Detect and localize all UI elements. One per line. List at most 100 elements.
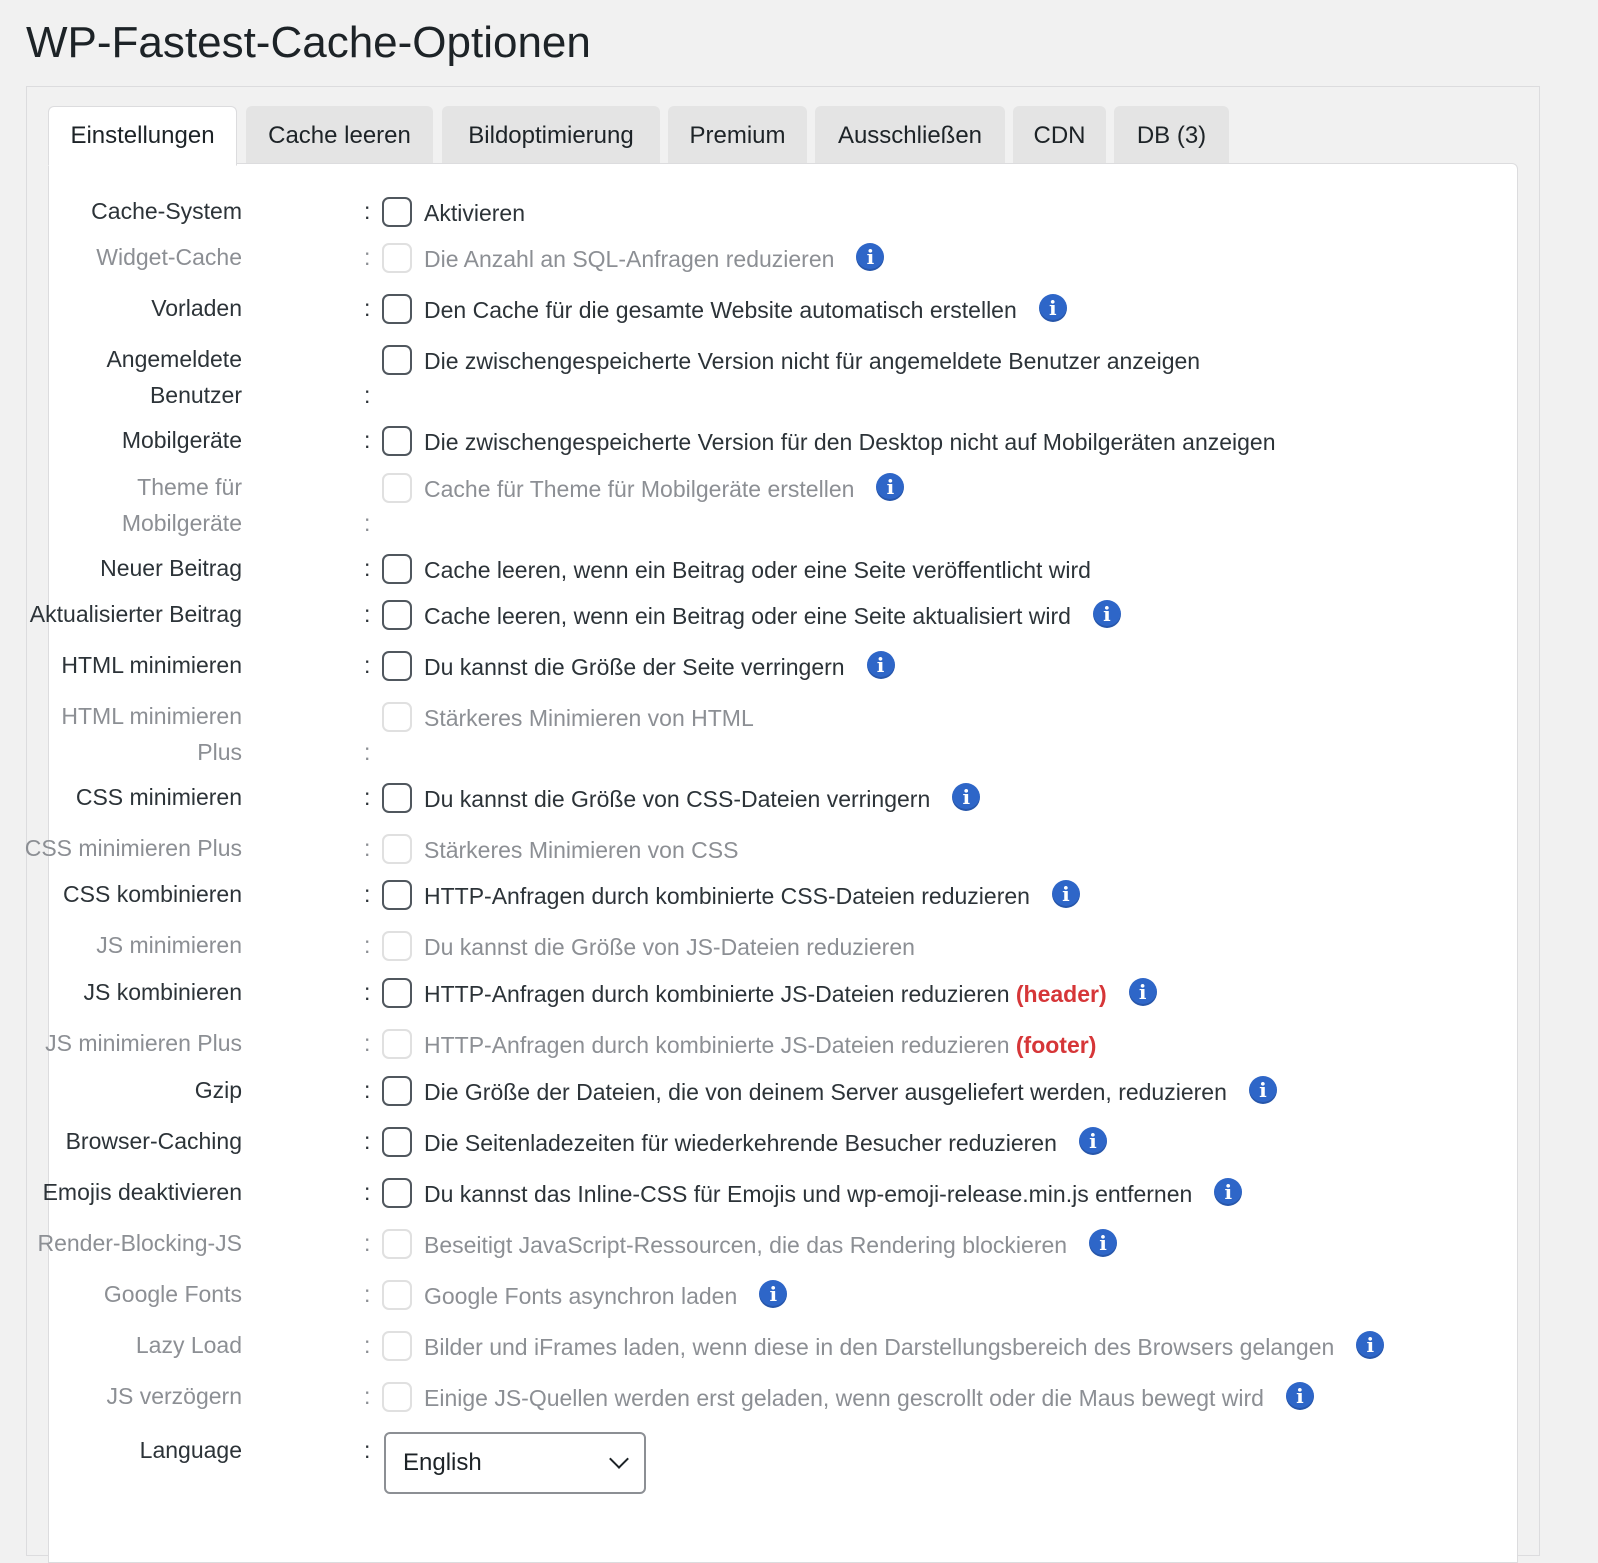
option-checkbox[interactable]	[382, 880, 412, 910]
label-colon: :	[364, 244, 371, 270]
label-colon: :	[364, 835, 371, 861]
info-icon[interactable]: i	[952, 782, 981, 811]
tab-cache-leeren[interactable]: Cache leeren	[246, 106, 433, 164]
option-label: Mobilgeräte	[122, 422, 242, 458]
info-icon[interactable]: i	[856, 242, 885, 271]
info-icon[interactable]: i	[1051, 879, 1080, 908]
option-checkbox[interactable]	[382, 554, 412, 584]
tab-cdn[interactable]: CDN	[1013, 106, 1106, 164]
label-colon: :	[364, 932, 371, 958]
option-description-text: Du kannst die Größe von CSS-Dateien verr…	[424, 786, 931, 812]
settings-panel: Cache-System: Aktivieren Widget-Cache: Die …	[25, 163, 1518, 1563]
option-description-text: HTTP-Anfragen durch kombinierte CSS-Date…	[424, 883, 1030, 909]
option-label: JS verzögern	[106, 1378, 242, 1414]
option-label-line: JS kombinieren	[83, 979, 242, 1005]
option-description: Du kannst die Größe von CSS-Dateien verr…	[424, 781, 981, 817]
option-label-line: Angemeldete	[106, 346, 242, 372]
option-description-text: Cache für Theme für Mobilgeräte erstelle…	[424, 476, 855, 502]
option-checkbox[interactable]	[382, 1127, 412, 1157]
info-icon[interactable]: i	[876, 472, 905, 501]
option-description-text: Die Anzahl an SQL-Anfragen reduzieren	[424, 246, 835, 272]
label-colon: :	[364, 1077, 371, 1103]
option-checkbox[interactable]	[382, 783, 412, 813]
info-icon[interactable]: i	[1038, 293, 1067, 322]
option-description: Die Seitenladezeiten für wiederkehrende …	[424, 1125, 1107, 1161]
option-label-line: Gzip	[194, 1077, 242, 1103]
option-description-text: Aktivieren	[424, 200, 525, 226]
info-icon[interactable]: i	[1248, 1075, 1277, 1104]
tab-premium[interactable]: Premium	[668, 106, 807, 164]
option-label: CSS kombinieren	[63, 876, 242, 912]
label-colon: :	[364, 881, 371, 907]
tab-einstellungen[interactable]: Einstellungen	[48, 106, 237, 166]
option-checkbox[interactable]	[382, 426, 412, 456]
option-description: Einige JS-Quellen werden erst geladen, w…	[424, 1380, 1314, 1416]
option-label-line: JS minimieren	[96, 932, 242, 958]
info-icon[interactable]: i	[866, 650, 895, 679]
option-description: Die zwischengespeicherte Version nicht f…	[424, 343, 1200, 379]
option-label-line: Google Fonts	[103, 1281, 242, 1307]
language-select[interactable]: English	[384, 1432, 646, 1494]
label-colon: :	[364, 1281, 371, 1307]
info-icon[interactable]: i	[1128, 977, 1157, 1006]
option-checkbox[interactable]	[382, 294, 412, 324]
info-icon[interactable]: i	[759, 1279, 788, 1308]
option-description: Stärkeres Minimieren von CSS	[424, 832, 738, 868]
option-description: HTTP-Anfragen durch kombinierte JS-Datei…	[424, 976, 1157, 1012]
option-checkbox	[382, 243, 412, 273]
info-icon[interactable]: i	[1356, 1330, 1385, 1359]
option-description-text: Die Seitenladezeiten für wiederkehrende …	[424, 1130, 1057, 1156]
option-label-line: Render-Blocking-JS	[37, 1230, 242, 1256]
option-label: JS minimieren Plus	[45, 1025, 242, 1061]
label-colon: :	[364, 382, 371, 408]
option-description-text: Bilder und iFrames laden, wenn diese in …	[424, 1334, 1335, 1360]
info-icon[interactable]: i	[1089, 1228, 1118, 1257]
label-colon: :	[364, 1128, 371, 1154]
option-checkbox[interactable]	[382, 978, 412, 1008]
option-label-line: Mobilgeräte	[121, 427, 242, 453]
label-colon: :	[364, 1383, 371, 1409]
option-description: HTTP-Anfragen durch kombinierte CSS-Date…	[424, 878, 1080, 914]
option-label-line: JS minimieren Plus	[45, 1030, 242, 1056]
option-checkbox	[382, 1331, 412, 1361]
option-label-line: Lazy Load	[135, 1332, 242, 1358]
option-description-text: Cache leeren, wenn ein Beitrag oder eine…	[424, 603, 1071, 629]
option-checkbox[interactable]	[382, 1076, 412, 1106]
info-icon[interactable]: i	[1092, 599, 1121, 628]
label-colon: :	[364, 1230, 371, 1256]
option-description: Du kannst die Größe der Seite verringern…	[424, 649, 895, 685]
info-icon[interactable]: i	[1285, 1381, 1314, 1410]
label-colon: :	[364, 601, 371, 627]
label-colon: :	[364, 198, 371, 224]
option-checkbox[interactable]	[382, 1178, 412, 1208]
option-checkbox	[382, 702, 412, 732]
tab-bildoptimierung[interactable]: Bildoptimierung	[442, 106, 660, 164]
option-label: JS minimieren	[96, 927, 242, 963]
option-checkbox	[382, 1382, 412, 1412]
option-description-text: Du kannst das Inline-CSS für Emojis und …	[424, 1181, 1193, 1207]
info-icon[interactable]: i	[1214, 1177, 1243, 1206]
option-description-text: Den Cache für die gesamte Website automa…	[424, 297, 1017, 323]
option-description: Google Fonts asynchron laden i	[424, 1278, 788, 1314]
option-label-line: Benutzer	[149, 382, 242, 408]
option-label-line: HTML minimieren	[61, 652, 242, 678]
option-checkbox[interactable]	[382, 600, 412, 630]
option-description-text: Beseitigt JavaScript-Ressourcen, die das…	[424, 1232, 1068, 1258]
option-label: HTML minimieren Plus	[61, 698, 242, 770]
option-checkbox[interactable]	[382, 345, 412, 375]
option-description: Stärkeres Minimieren von HTML	[424, 700, 754, 736]
label-colon: :	[364, 510, 371, 536]
tab-db[interactable]: DB (3)	[1114, 106, 1229, 164]
option-label: Language	[139, 1437, 242, 1463]
option-checkbox[interactable]	[382, 197, 412, 227]
option-label-line: JS verzögern	[106, 1383, 242, 1409]
option-checkbox[interactable]	[382, 651, 412, 681]
option-label: Neuer Beitrag	[100, 550, 242, 586]
option-label-line: CSS minimieren	[75, 784, 242, 810]
label-colon: :	[364, 555, 371, 581]
tab-ausschliessen[interactable]: Ausschließen	[815, 106, 1005, 164]
option-description: Bilder und iFrames laden, wenn diese in …	[424, 1329, 1385, 1365]
info-icon[interactable]: i	[1078, 1126, 1107, 1155]
option-label: Lazy Load	[136, 1327, 242, 1363]
option-description-text: Einige JS-Quellen werden erst geladen, w…	[424, 1385, 1264, 1411]
